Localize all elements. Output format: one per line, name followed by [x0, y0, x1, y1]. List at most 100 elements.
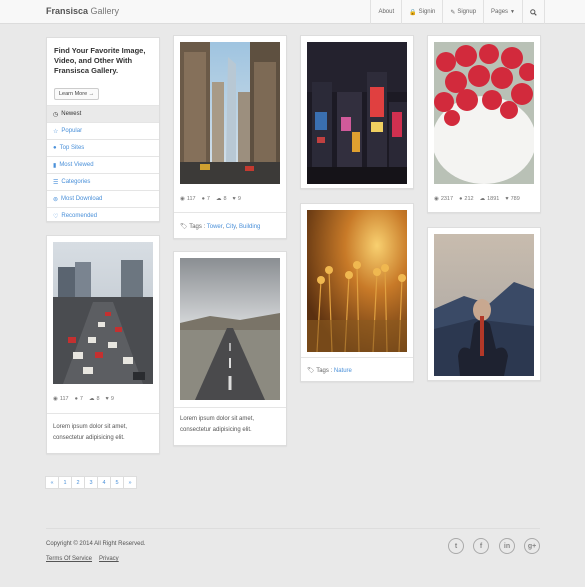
downloads-stat: ☁ 8	[89, 396, 100, 402]
tag-link-nature[interactable]: Nature	[334, 368, 352, 374]
video-icon: ▮	[53, 162, 57, 169]
pagination: « 1 2 3 4 5 »	[45, 476, 137, 489]
card-divider	[301, 357, 413, 358]
sidebar-item-categories[interactable]: ☰ Categories	[47, 173, 159, 190]
likes-stat: ♥ 9	[233, 196, 241, 202]
card-divider	[174, 407, 286, 408]
sidebar-item-popular[interactable]: ☆ Popular	[47, 122, 159, 139]
comments-count: 7	[79, 396, 83, 402]
tag-icon: 🏷	[180, 224, 188, 230]
pagination-next[interactable]: »	[123, 476, 137, 489]
likes-count: 9	[110, 396, 114, 402]
card-description: Lorem ipsum dolor sit amet, consectetur …	[180, 416, 255, 433]
pagination-prev[interactable]: «	[45, 476, 59, 489]
city-stats: ◉ 117 ● 7 ☁ 8 ♥ 9	[180, 196, 241, 202]
brand-name-rest: Gallery	[88, 6, 120, 16]
globe-icon: ●	[53, 145, 57, 151]
search-icon	[530, 8, 537, 16]
sidebar-item-label: Newest	[61, 111, 82, 117]
pagination-page-4[interactable]: 4	[97, 476, 111, 489]
downloads-stat: ☁ 1891	[480, 196, 500, 202]
tag-link-tower[interactable]: Tower	[207, 224, 223, 230]
nav-signin-link[interactable]: 🔒 Signin	[401, 0, 442, 24]
comment-icon: ●	[74, 396, 78, 402]
tags-label: Tags :	[189, 224, 206, 230]
traffic-photo[interactable]	[53, 242, 153, 384]
sidebar-item-label: Most Download	[61, 196, 103, 202]
sidebar-item-label: Popular	[61, 128, 83, 134]
star-icon: ☆	[53, 128, 59, 135]
brand-name-bold: Fransisca	[46, 6, 89, 16]
list-icon: ☰	[53, 179, 59, 186]
nav-about-link[interactable]: About	[370, 0, 401, 24]
city-tags: 🏷 Tags : Tower, City, Building	[180, 224, 261, 230]
comments-count: 7	[206, 196, 210, 202]
nav-pages-dropdown[interactable]: Pages ▼	[483, 0, 522, 24]
nav-signin-label: Signin	[418, 9, 436, 15]
gallery-card-city: ◉ 117 ● 7 ☁ 8 ♥ 9 🏷 Tags : Tower, City, Buil…	[173, 35, 287, 239]
facebook-icon[interactable]: f	[473, 538, 489, 554]
night-city-photo[interactable]	[307, 42, 407, 184]
cloud-icon: ☁	[479, 196, 486, 202]
traffic-stats: ◉ 117 ● 7 ☁ 8 ♥ 9	[53, 396, 114, 402]
views-count: 117	[186, 196, 196, 202]
nav-links: About 🔒 Signin ✎ Signup Pages ▼	[370, 0, 545, 24]
twitter-icon[interactable]: t	[448, 538, 464, 554]
raspberry-photo[interactable]	[434, 42, 534, 184]
clock-icon: ◷	[53, 111, 59, 118]
sidebar-item-most-download[interactable]: ⊚ Most Download	[47, 190, 159, 207]
likes-stat: ♥ 789	[505, 196, 519, 202]
sidebar-item-newest[interactable]: ◷ Newest	[47, 105, 159, 122]
golden-field-photo[interactable]	[307, 210, 407, 352]
downloads-count: 8	[223, 196, 227, 202]
nav-search-button[interactable]	[522, 0, 545, 24]
pagination-page-5[interactable]: 5	[110, 476, 124, 489]
field-tags: 🏷 Tags : Nature	[307, 367, 352, 374]
lock-icon: 🔒	[409, 9, 417, 16]
views-count: 2317	[440, 196, 454, 202]
sidebar-item-recomended[interactable]: ♡ Recomended	[47, 207, 159, 224]
likes-stat: ♥ 9	[106, 396, 114, 402]
girl-mountain-photo[interactable]	[434, 234, 534, 376]
eye-icon: ◉	[434, 196, 439, 202]
cloud-icon: ☁	[215, 196, 222, 202]
learn-more-button[interactable]: Learn More →	[54, 88, 100, 100]
road-photo[interactable]	[180, 258, 280, 400]
download-icon: ⊚	[53, 196, 59, 203]
gallery-card-road: Lorem ipsum dolor sit amet, consectetur …	[173, 251, 287, 446]
tag-link-building[interactable]: Building	[239, 224, 260, 230]
sidebar-item-most-viewed[interactable]: ▮ Most Viewed	[47, 156, 159, 173]
copyright-text: Copyright © 2014 All Right Reserved.	[46, 541, 146, 547]
comment-icon: ●	[201, 196, 205, 202]
pagination-page-3[interactable]: 3	[84, 476, 98, 489]
tag-link-city[interactable]: City	[226, 224, 236, 230]
footer-links: Terms Of Service Privacy	[46, 556, 119, 562]
downloads-count: 8	[96, 396, 100, 402]
eye-icon: ◉	[180, 196, 185, 202]
comments-stat: ● 7	[75, 396, 83, 402]
views-stat: ◉ 117	[53, 396, 69, 402]
sidebar-item-top-sites[interactable]: ● Top Sites	[47, 139, 159, 156]
sidebar-headline: Find Your Favorite Image, Video, and Oth…	[54, 46, 146, 75]
nav-signup-link[interactable]: ✎ Signup	[442, 0, 483, 24]
pagination-page-2[interactable]: 2	[71, 476, 85, 489]
gallery-card-field: 🏷 Tags : Nature	[300, 203, 414, 382]
cloud-icon: ☁	[88, 396, 95, 402]
card-description: Lorem ipsum dolor sit amet, consectetur …	[53, 424, 128, 441]
comments-stat: ● 7	[202, 196, 210, 202]
tag-icon: 🏷	[307, 368, 315, 374]
linkedin-icon[interactable]: in	[499, 538, 515, 554]
terms-link[interactable]: Terms Of Service	[46, 556, 92, 562]
likes-count: 789	[510, 196, 520, 202]
gallery-card-mountain	[427, 227, 541, 381]
raspberry-stats: ◉ 2317 ● 212 ☁ 1891 ♥ 789	[434, 196, 520, 202]
google-plus-icon[interactable]: g+	[524, 538, 540, 554]
heart-icon: ♥	[105, 396, 109, 402]
city-tower-photo[interactable]	[180, 42, 280, 184]
privacy-link[interactable]: Privacy	[99, 556, 119, 562]
card-divider	[174, 212, 286, 213]
brand-logo[interactable]: Fransisca Gallery	[46, 6, 119, 16]
gallery-card-raspberry: ◉ 2317 ● 212 ☁ 1891 ♥ 789	[427, 35, 541, 213]
pagination-page-1[interactable]: 1	[58, 476, 72, 489]
heart-icon: ♡	[53, 213, 59, 220]
